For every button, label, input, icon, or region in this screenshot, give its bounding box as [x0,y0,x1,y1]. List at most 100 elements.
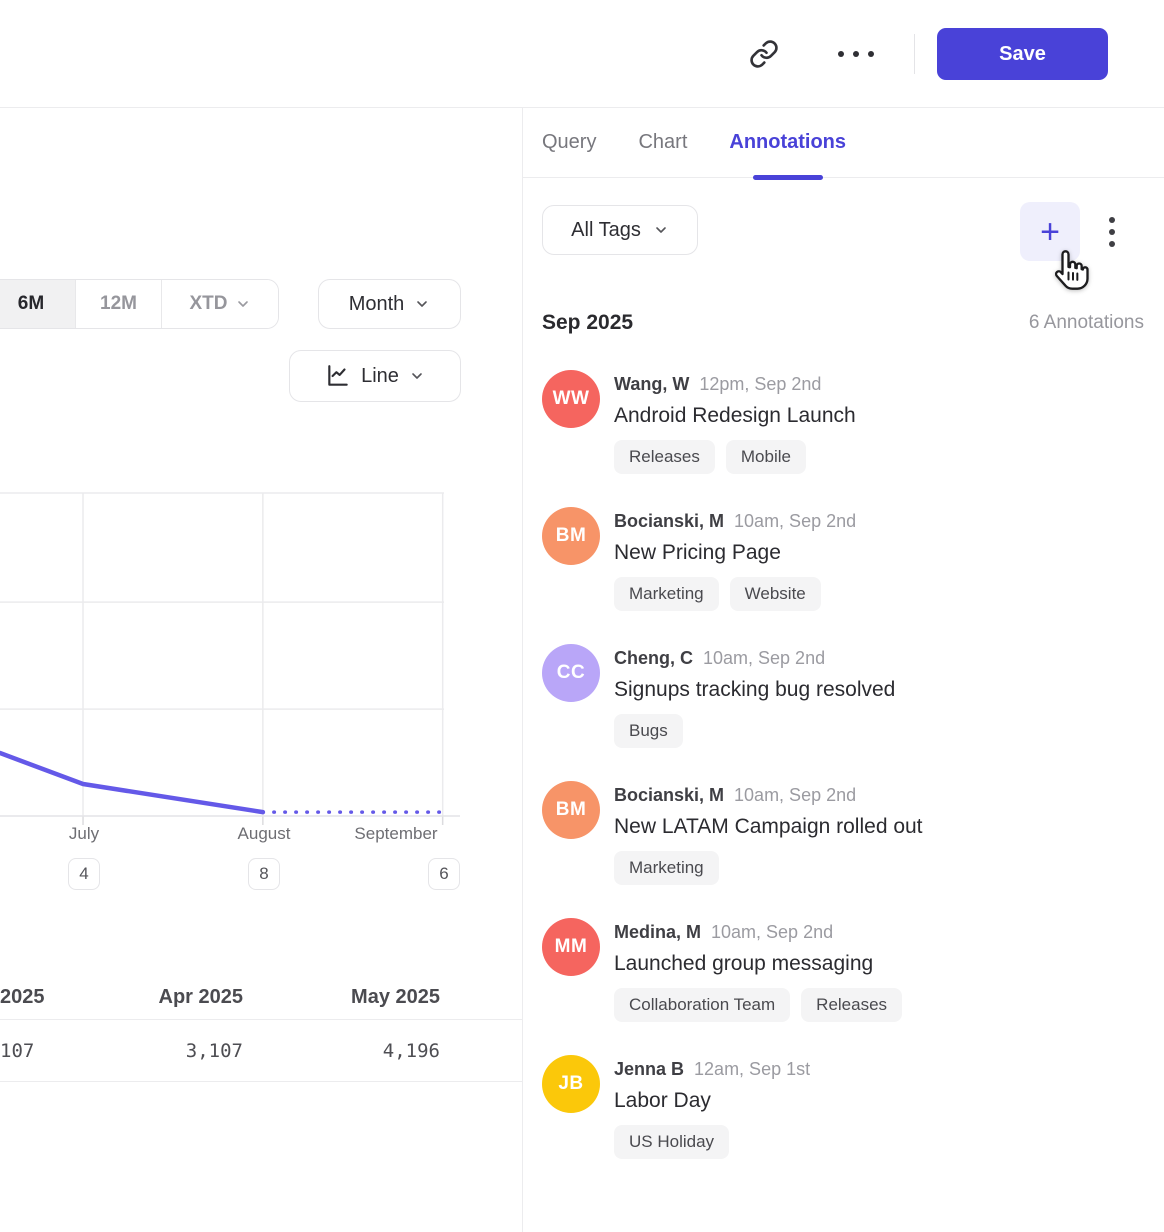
section-month-label: Sep 2025 [542,311,633,335]
details-panel: Query Chart Annotations All Tags + Sep 2… [522,108,1164,1232]
header-divider [914,34,915,74]
tag-chip[interactable]: Mobile [726,440,806,474]
x-axis-label: September [354,824,437,844]
tag-chip[interactable]: Bugs [614,714,683,748]
annotation-timestamp: 12am, Sep 1st [694,1056,810,1082]
kebab-icon [1109,217,1115,247]
granularity-dropdown[interactable]: Month [318,279,461,329]
range-tab-xtd[interactable]: XTD [161,280,278,328]
annotation-tags: Collaboration Team Releases [614,988,1144,1022]
annotation-item[interactable]: MM Medina, M 10am, Sep 2nd Launched grou… [542,918,1144,1022]
x-axis-label: July [69,824,99,844]
avatar: BM [542,781,600,839]
annotation-item[interactable]: BM Bocianski, M 10am, Sep 2nd New LATAM … [542,781,1144,885]
chevron-down-icon [235,296,251,312]
table-cell: 3,107 [120,1040,243,1062]
chart-panel: 6M 12M XTD Month Line July August Septem… [0,108,522,1232]
annotation-title: New LATAM Campaign rolled out [614,809,946,845]
tag-chip[interactable]: US Holiday [614,1125,729,1159]
tag-chip[interactable]: Marketing [614,577,719,611]
avatar-initials: CC [557,662,585,684]
annotations-section-header: Sep 2025 6 Annotations [542,306,1144,340]
column-header: 2025 [0,986,45,1009]
avatar: CC [542,644,600,702]
annotation-author: Bocianski, M [614,782,724,808]
header-actions: Save [742,28,1108,80]
range-tab-12m[interactable]: 12M [75,280,161,328]
annotation-timestamp: 12pm, Sep 2nd [699,371,821,397]
table-cell: 4,196 [317,1040,440,1062]
table-cell: 107 [0,1040,34,1062]
report-page: Save 6M 12M XTD Month Line July Augu [0,0,1164,1232]
tab-annotations[interactable]: Annotations [729,108,846,178]
annotation-author: Cheng, C [614,645,693,671]
annotation-tags: Bugs [614,714,1144,748]
avatar-initials: BM [556,799,587,821]
link-icon [749,39,779,69]
line-chart-icon [325,363,351,389]
annotation-timestamp: 10am, Sep 2nd [734,782,856,808]
annotation-timestamp: 10am, Sep 2nd [711,919,833,945]
tab-query[interactable]: Query [542,108,596,178]
annotation-timestamp: 10am, Sep 2nd [734,508,856,534]
annotation-timestamp: 10am, Sep 2nd [703,645,825,671]
avatar: JB [542,1055,600,1113]
tag-chip[interactable]: Collaboration Team [614,988,790,1022]
avatar-initials: JB [558,1073,583,1095]
annotation-tags: Marketing Website [614,577,1144,611]
tag-chip[interactable]: Releases [614,440,715,474]
avatar: BM [542,507,600,565]
annotation-author: Medina, M [614,919,701,945]
add-annotation-button[interactable]: + [1020,202,1080,261]
avatar-initials: BM [556,525,587,547]
save-button[interactable]: Save [937,28,1108,80]
section-count-label: 6 Annotations [1029,312,1144,334]
annotation-item[interactable]: JB Jenna B 12am, Sep 1st Labor Day US Ho… [542,1055,1144,1159]
more-options-button[interactable] [838,32,914,76]
date-range-segmented-control: 6M 12M XTD [0,279,279,329]
column-header: Apr 2025 [120,986,243,1009]
tag-chip[interactable]: Marketing [614,851,719,885]
chevron-down-icon [409,368,425,384]
breakdown-table: 2025 Apr 2025 May 2025 107 3,107 4,196 [0,958,522,1082]
ellipsis-icon [838,51,874,57]
table-row[interactable]: 107 3,107 4,196 [0,1020,522,1082]
table-header-row: 2025 Apr 2025 May 2025 [0,958,522,1020]
annotation-item[interactable]: BM Bocianski, M 10am, Sep 2nd New Pricin… [542,507,1144,611]
range-tab-6m[interactable]: 6M [0,280,75,328]
avatar: WW [542,370,600,428]
panel-tabbar: Query Chart Annotations [523,108,1164,178]
annotation-count-badge[interactable]: 8 [248,858,280,890]
annotation-count-badge[interactable]: 4 [68,858,100,890]
annotation-tags: US Holiday [614,1125,1144,1159]
x-axis-label: August [238,824,291,844]
annotation-title: Labor Day [614,1083,946,1119]
avatar-initials: MM [555,936,588,958]
chart-type-dropdown[interactable]: Line [289,350,461,402]
line-chart[interactable] [0,491,462,827]
chevron-down-icon [414,296,430,312]
annotation-item[interactable]: CC Cheng, C 10am, Sep 2nd Signups tracki… [542,644,1144,748]
annotation-tags: Marketing [614,851,1144,885]
annotation-title: Launched group messaging [614,946,946,982]
tag-chip[interactable]: Releases [801,988,902,1022]
share-link-button[interactable] [742,32,786,76]
annotation-tags: Releases Mobile [614,440,1144,474]
tab-chart[interactable]: Chart [638,108,687,178]
annotation-author: Jenna B [614,1056,684,1082]
annotations-menu-button[interactable] [1102,209,1122,255]
annotation-title: Signups tracking bug resolved [614,672,946,708]
annotation-count-badge[interactable]: 6 [428,858,460,890]
annotation-author: Bocianski, M [614,508,724,534]
annotations-list: WW Wang, W 12pm, Sep 2nd Android Redesig… [542,370,1144,1192]
tag-filter-dropdown[interactable]: All Tags [542,205,698,255]
tag-chip[interactable]: Website [730,577,821,611]
avatar-initials: WW [553,388,590,410]
annotation-title: Android Redesign Launch [614,398,946,434]
annotation-author: Wang, W [614,371,689,397]
avatar: MM [542,918,600,976]
annotation-item[interactable]: WW Wang, W 12pm, Sep 2nd Android Redesig… [542,370,1144,474]
top-header: Save [0,0,1164,108]
annotation-title: New Pricing Page [614,535,946,571]
column-header: May 2025 [317,986,440,1009]
